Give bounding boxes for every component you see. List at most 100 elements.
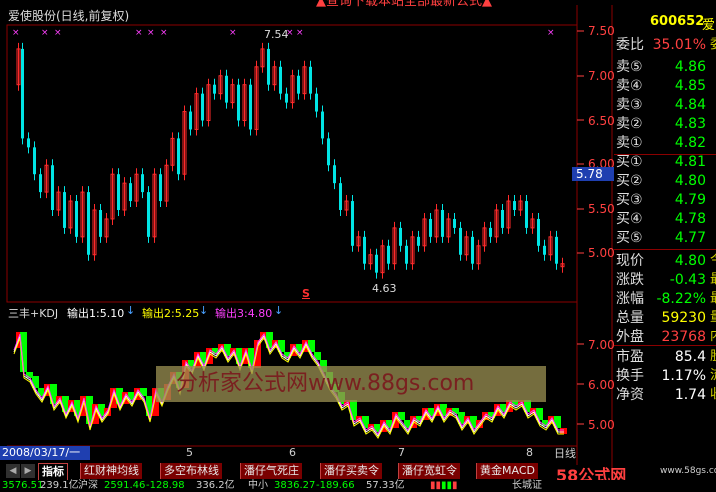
indicator-bar [560,428,567,434]
ind-tick-600: 6.00 [588,378,615,392]
brand-url: www.58gs.com [660,466,716,476]
webi-row: 委比 35.01% 委 [616,35,716,55]
month-8: 8 [526,446,533,459]
stats2-row-0[interactable]: 市盈 85.4股 [616,347,716,367]
candle [237,84,240,121]
stats2-value: 1.17% [661,368,706,384]
status-item2-amt: 336.2亿 [196,480,235,491]
candle [327,138,330,166]
price-tick-750: 7.50 [588,24,615,38]
tab-qisizhuang[interactable]: 潘仔气死庄 [240,463,302,479]
stats2-value: 85.4 [674,349,706,365]
asks-value: 4.82 [674,135,706,151]
stats2-ext: 股 [710,347,716,367]
bids-label: 买④ [616,211,643,227]
quote-divider-line-2 [614,249,716,250]
signal-x-mark: × [547,28,555,38]
candle [39,174,42,193]
stats-row-4[interactable]: 外盘 23768内 [616,327,716,347]
stats2-label: 市盈 [616,349,644,365]
asks-label: 卖③ [616,97,643,113]
bids-row-1[interactable]: 买② 4.80 [616,171,716,191]
stats-value: -8.22% [656,291,706,307]
status-item1: 3576.51 [2,480,44,491]
asks-label: 卖⑤ [616,59,643,75]
stats2-value: 1.74 [674,387,706,403]
candle [339,183,342,210]
candles-group [16,42,565,279]
candle [63,192,66,228]
tab-scroll-right[interactable]: ▶ [21,464,35,478]
stats2-ext: 流 [710,366,716,386]
status-bar: 3576.51 239.1亿 沪深 2591.46 -128.98 336.2亿… [0,480,716,492]
bids-value: 4.80 [674,173,706,189]
status-right-label[interactable]: 长城证 [512,480,542,492]
price-ticks-group [577,30,584,254]
bids-row-2[interactable]: 买③ 4.79 [616,190,716,210]
candle [117,174,120,210]
bids-value: 4.77 [674,230,706,246]
sell-signal-marker: S [302,287,310,300]
stats-ext: 最 [710,289,716,309]
candle [471,236,474,264]
low-marker-label: 4.63 [372,282,397,295]
asks-row-0[interactable]: 卖⑤ 4.86 [616,57,716,77]
candle [87,192,90,255]
high-marker-label: 7.54 [264,28,289,41]
bids-row-4[interactable]: 买⑤ 4.77 [616,228,716,248]
period-label[interactable]: 日线 [554,445,576,461]
date-cursor: 2008/03/17/一 [0,446,90,460]
status-item3: 3836.27 [274,480,316,491]
tab-hongcaishen[interactable]: 红财神均线 [80,463,142,479]
signal-x-mark: × [160,28,168,38]
tab-indicator[interactable]: 指标 [38,463,68,481]
watermark: 分析家公式网www.88gs.com [156,366,546,402]
candle [399,227,402,246]
price-tick-550: 5.50 [588,202,615,216]
signal-x-mark: × [229,28,237,38]
bids-row-0[interactable]: 买① 4.81 [616,152,716,172]
price-tick-500: 5.00 [588,246,615,260]
bids-value: 4.78 [674,211,706,227]
stats-value: 4.80 [674,253,706,269]
tab-maimailing[interactable]: 潘仔买卖令 [320,463,382,479]
candle [213,84,216,94]
tab-duokong[interactable]: 多空布林线 [160,463,222,479]
stats-row-3[interactable]: 总量 59230量 [616,308,716,328]
candle [315,93,318,112]
indicator-arrow2: ↓ [199,304,209,317]
bids-label: 买② [616,173,643,189]
tab-macd[interactable]: 黄金MACD [476,463,538,479]
stats2-row-2[interactable]: 净资 1.74收 [616,385,716,405]
indicator-output3: 输出3:4.80 [215,307,273,320]
stats-label: 涨幅 [616,291,644,307]
ind-tick-500: 5.00 [588,418,615,432]
candle [159,174,162,202]
ind-tick-700: 7.00 [588,338,615,352]
status-item2: 2591.46 [104,480,146,491]
candle [321,111,324,139]
signal-x-mark: × [135,28,143,38]
candle [33,147,36,175]
asks-row-3[interactable]: 卖② 4.83 [616,114,716,134]
signal-x-mark: × [54,28,62,38]
candle [309,66,312,94]
asks-row-2[interactable]: 卖③ 4.84 [616,95,716,115]
asks-label: 卖④ [616,78,643,94]
quote-divider-line-3 [614,345,716,346]
tab-kuanhongling[interactable]: 潘仔宽虹令 [398,463,460,479]
stats-row-1[interactable]: 涨跌 -0.43最 [616,270,716,290]
asks-row-1[interactable]: 卖④ 4.85 [616,76,716,96]
stats2-row-1[interactable]: 换手 1.17%流 [616,366,716,386]
asks-row-4[interactable]: 卖① 4.82 [616,133,716,153]
tab-scroll-left[interactable]: ◀ [6,464,20,478]
bids-label: 买⑤ [616,230,643,246]
bids-row-3[interactable]: 买④ 4.78 [616,209,716,229]
status-item1-amt: 239.1亿 [40,480,79,491]
stats-row-0[interactable]: 现价 4.80今 [616,251,716,271]
stats-ext: 内 [710,327,716,347]
stats-row-2[interactable]: 涨幅 -8.22%最 [616,289,716,309]
candle [501,210,504,228]
candle [297,75,300,94]
candle [429,218,432,237]
